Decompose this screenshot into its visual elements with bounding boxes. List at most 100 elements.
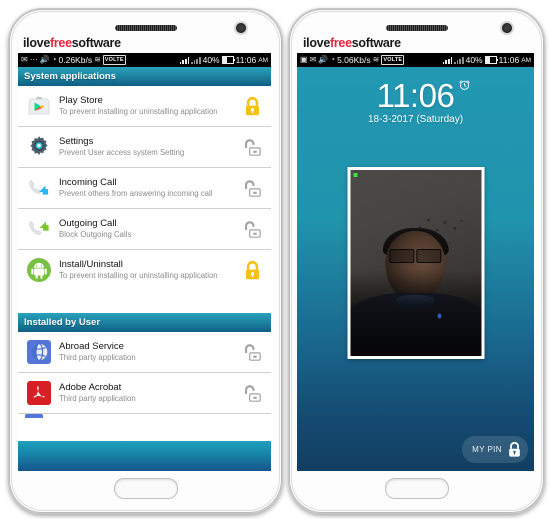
lock-toggle[interactable]	[239, 137, 265, 158]
my-pin-button[interactable]: MY PIN	[462, 436, 528, 463]
app-desc: Block Outgoing Calls	[59, 230, 132, 240]
earpiece-speaker	[385, 25, 448, 31]
right-phone-screen: ▣ ✉ 🔊 ◔ 5.06Kb/s ≋ VOLTE 40% 11:06 AM 11…	[297, 53, 534, 471]
list-item[interactable]: Play Store To prevent installing or unin…	[18, 86, 271, 127]
data-rate-label: 0.26Kb/s	[58, 55, 93, 65]
watermark-part3: software	[71, 36, 121, 50]
photo-subject-collar	[395, 294, 436, 308]
incoming-call-icon	[25, 174, 53, 202]
padlock-unlocked-icon	[244, 384, 261, 402]
app-desc: Prevent others from answering incoming c…	[59, 189, 213, 199]
sim2-signal-bars-icon	[191, 56, 201, 64]
clock-icon: ◔	[51, 55, 57, 64]
screenshot-stage: ilovefreesoftware ✉ ⋯ 🔊 ◔ 0.26Kb/s ≋ VOL…	[0, 0, 550, 519]
outgoing-call-icon	[25, 215, 53, 243]
list-item-text: Adobe Acrobat Third party application	[59, 382, 233, 404]
app-name: Incoming Call	[59, 177, 117, 189]
battery-icon	[221, 56, 236, 64]
list-item[interactable]: Settings Prevent User access system Sett…	[18, 127, 271, 168]
sim2-signal-bars-icon	[454, 56, 464, 64]
lock-toggle[interactable]	[239, 95, 265, 118]
alarm-clock-icon	[459, 80, 470, 90]
list-item-text: Install/Uninstall To prevent installing …	[59, 259, 233, 281]
list-item[interactable]: Outgoing Call Block Outgoing Calls	[18, 209, 271, 250]
lock-screen: 11:06 18-3-2017 (Saturday) MY PIN	[297, 67, 534, 471]
adobe-acrobat-icon	[25, 379, 53, 407]
app-name: Play Store	[59, 95, 103, 107]
section-header-system: System applications	[18, 67, 271, 86]
status-meridiem-label: AM	[521, 56, 531, 64]
front-camera-icon	[502, 23, 512, 33]
app-name: Adobe Acrobat	[59, 382, 122, 394]
app-lock-list-screen: System applications Play Store To preven…	[18, 67, 271, 471]
earpiece-speaker	[114, 25, 177, 31]
home-button[interactable]	[113, 478, 178, 499]
partial-app-icon	[25, 414, 43, 418]
volte-badge: VOLTE	[102, 55, 126, 65]
home-button[interactable]	[384, 478, 449, 499]
list-item[interactable]: Incoming Call Prevent others from answer…	[18, 168, 271, 209]
watermark-part3: software	[351, 36, 401, 50]
watermark-part1: ilove	[303, 36, 330, 50]
wifi-icon: ≋	[372, 55, 380, 64]
list-item-partial[interactable]	[18, 414, 271, 418]
status-right-icons: 40% 11:06 AM	[179, 55, 268, 65]
padlock-locked-icon	[245, 260, 259, 279]
list-item[interactable]: Abroad Service Third party application	[18, 332, 271, 373]
volte-badge: VOLTE	[381, 55, 405, 65]
lock-toggle[interactable]	[239, 259, 265, 282]
wifi-icon: ≋	[94, 55, 101, 64]
padlock-unlocked-icon	[244, 179, 261, 197]
app-name: Abroad Service	[59, 341, 124, 353]
sound-icon: 🔊	[318, 55, 329, 64]
list-item[interactable]: Install/Uninstall To prevent installing …	[18, 250, 271, 290]
mail-icon: ✉	[309, 55, 317, 64]
photo-subject-glasses	[389, 249, 443, 264]
bottom-action-bar[interactable]	[18, 441, 271, 471]
status-time-label: 11:06	[498, 55, 520, 65]
watermark-part2: free	[50, 36, 72, 50]
sound-icon: 🔊	[39, 55, 50, 64]
intruder-photo-frame[interactable]	[347, 167, 484, 359]
intruder-selfie-photo	[350, 170, 481, 356]
mail-icon: ✉	[21, 55, 28, 64]
lock-toggle[interactable]	[239, 383, 265, 404]
user-apps-list: Abroad Service Third party application A…	[18, 332, 271, 441]
right-phone-device: ilovefreesoftware ▣ ✉ 🔊 ◔ 5.06Kb/s ≋ VOL…	[288, 8, 545, 514]
left-phone-screen: ✉ ⋯ 🔊 ◔ 0.26Kb/s ≋ VOLTE 40% 11:06 AM Sy…	[18, 53, 271, 471]
app-desc: To prevent installing or uninstalling ap…	[59, 271, 218, 281]
padlock-unlocked-icon	[244, 138, 261, 156]
sim1-signal-bars-icon	[442, 56, 453, 64]
list-item-text: Abroad Service Third party application	[59, 341, 233, 363]
sim1-signal-bars-icon	[179, 56, 190, 64]
watermark-part1: ilove	[23, 36, 50, 50]
android-install-icon	[25, 256, 53, 284]
app-desc: Prevent User access system Setting	[59, 148, 185, 158]
left-phone-device: ilovefreesoftware ✉ ⋯ 🔊 ◔ 0.26Kb/s ≋ VOL…	[8, 8, 283, 514]
status-time-label: 11:06	[235, 55, 257, 65]
app-name: Outgoing Call	[59, 218, 117, 230]
lock-toggle[interactable]	[239, 178, 265, 199]
watermark-logo: ilovefreesoftware	[23, 36, 121, 50]
system-apps-list: Play Store To prevent installing or unin…	[18, 86, 271, 313]
clock-date-label: 18-3-2017 (Saturday)	[367, 114, 464, 125]
lock-toggle[interactable]	[239, 342, 265, 363]
my-pin-label: MY PIN	[472, 445, 502, 454]
clock-icon: ◔	[330, 55, 336, 64]
battery-icon	[484, 56, 499, 64]
watermark-logo: ilovefreesoftware	[303, 36, 401, 50]
globe-app-icon	[25, 338, 53, 366]
recording-dot-icon	[353, 173, 357, 177]
list-item[interactable]: Adobe Acrobat Third party application	[18, 373, 271, 414]
front-camera-icon	[236, 23, 246, 33]
list-item-text: Play Store To prevent installing or unin…	[59, 95, 233, 117]
app-name: Settings	[59, 136, 94, 148]
battery-percent-label: 40%	[465, 55, 483, 65]
padlock-locked-icon	[245, 96, 259, 115]
lock-toggle[interactable]	[239, 219, 265, 240]
padlock-icon	[509, 441, 520, 457]
status-right-icons: 40% 11:06 AM	[442, 55, 531, 65]
sim-icon: ▣	[300, 55, 308, 64]
battery-percent-label: 40%	[202, 55, 220, 65]
right-status-bar: ▣ ✉ 🔊 ◔ 5.06Kb/s ≋ VOLTE 40% 11:06 AM	[297, 53, 534, 67]
